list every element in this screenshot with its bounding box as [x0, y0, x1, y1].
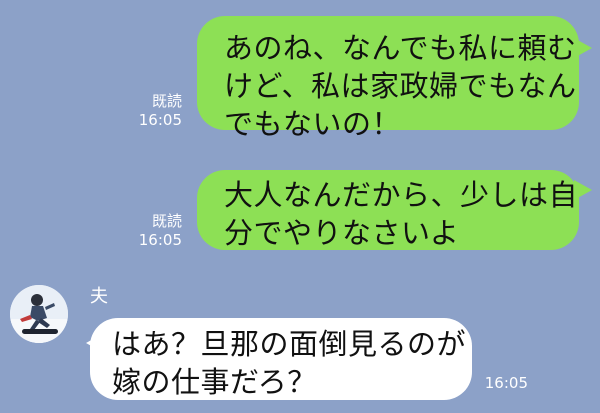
message-3-bubble[interactable]: はあ？旦那の面倒見るのが 嫁の仕事だろ？ [90, 318, 472, 400]
message-2-meta: 既読 16:05 [124, 212, 182, 250]
read-receipt: 既読 [151, 92, 182, 110]
message-line: 分でやりなさいよ [224, 216, 460, 250]
message-1-bubble[interactable]: あのね、なんでも私に頼む けど、私は家政婦でもなん でもないの！ [197, 16, 579, 141]
message-line: でもないの！ [224, 107, 402, 141]
message-1-meta: 既読 16:05 [124, 92, 182, 130]
message-line: 大人なんだから、少しは自 [224, 178, 579, 212]
chat-screen: 既読 16:05 あのね、なんでも私に頼む けど、私は家政婦でもなん でもないの… [0, 0, 600, 413]
message-line: はあ？旦那の面倒見るのが [112, 327, 467, 361]
sender-name: 夫 [90, 286, 108, 307]
message-timestamp: 16:05 [138, 231, 182, 249]
message-timestamp: 16:05 [138, 111, 182, 129]
message-3-timestamp: 16:05 [484, 374, 528, 392]
message-line: けど、私は家政婦でもなん [224, 69, 577, 103]
message-line: 嫁の仕事だろ？ [112, 365, 317, 399]
message-line: あのね、なんでも私に頼む [224, 31, 577, 65]
sender-avatar[interactable] [10, 285, 68, 343]
read-receipt: 既読 [151, 212, 182, 230]
snowboarder-avatar-icon [10, 285, 68, 343]
message-2-bubble[interactable]: 大人なんだから、少しは自 分でやりなさいよ [197, 170, 579, 250]
